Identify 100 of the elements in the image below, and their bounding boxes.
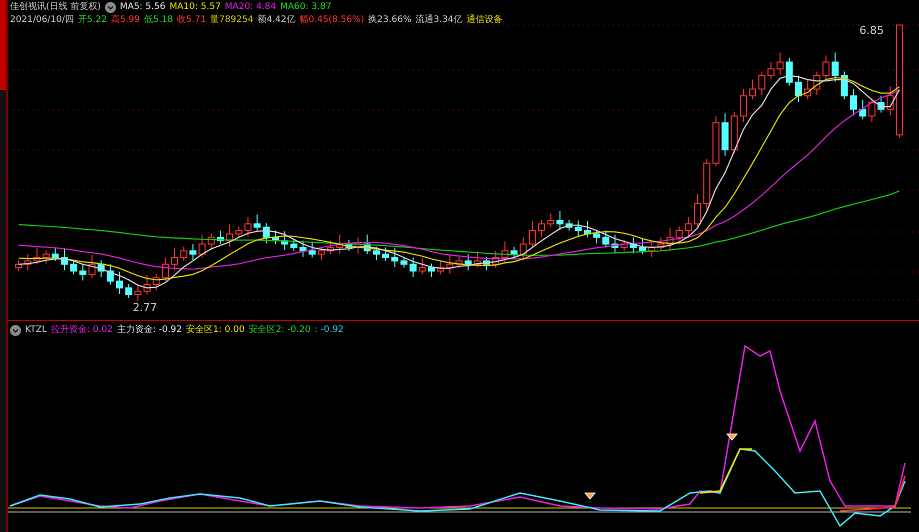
candlestick — [254, 214, 261, 232]
candlestick — [676, 226, 683, 242]
quote-value: 量789254 — [210, 14, 254, 26]
candlestick — [272, 230, 279, 245]
dropdown-circle-icon[interactable] — [10, 324, 21, 336]
candlestick — [593, 229, 600, 244]
candlestick — [300, 240, 307, 258]
candlestick — [354, 236, 362, 254]
candlestick — [364, 234, 371, 255]
quote-value: 额4.42亿 — [257, 14, 296, 26]
candlestick — [52, 246, 59, 262]
moving-average-value: MA20: 4.84 — [224, 1, 276, 13]
quote-value: 流通3.34亿 — [415, 14, 463, 26]
candlestick — [400, 256, 408, 268]
candlestick — [666, 227, 674, 251]
quote-value: 通信设备 — [466, 14, 503, 26]
candlestick — [116, 271, 124, 294]
indicator-value: 主力资金: -0.92 — [116, 324, 182, 336]
quote-value: 换23.66% — [368, 14, 412, 26]
candlestick — [648, 242, 656, 258]
candlestick — [281, 230, 288, 251]
candlestick — [33, 248, 40, 265]
candlestick — [722, 112, 729, 156]
indicator-value: 安全区1: 0.00 — [186, 324, 245, 336]
candlestick — [134, 284, 142, 302]
candlestick — [418, 258, 426, 275]
candlestick — [794, 75, 802, 102]
candlestick — [262, 222, 270, 244]
candlestick — [428, 263, 435, 278]
candlestick — [840, 71, 848, 100]
quote-value: 低5.18 — [144, 14, 174, 26]
candlestick — [584, 220, 591, 238]
candlestick — [456, 256, 462, 268]
candlestick — [198, 234, 206, 258]
candlestick — [327, 240, 334, 255]
candlestick — [749, 79, 756, 100]
quote-value: 2021/06/10/四 — [10, 14, 74, 26]
candlestick — [180, 246, 188, 262]
candlestick — [574, 220, 582, 238]
candlestick — [712, 116, 720, 168]
candlestick — [318, 246, 325, 261]
candlestick — [244, 216, 252, 238]
candlestick — [15, 260, 22, 272]
candlestick — [308, 240, 316, 258]
candlestick — [886, 86, 894, 116]
candlestick — [492, 250, 500, 268]
candlestick — [144, 274, 151, 296]
candlestick — [703, 158, 710, 210]
candlestick — [684, 216, 692, 238]
candlestick — [345, 240, 352, 252]
candlestick — [878, 95, 885, 114]
candlestick — [382, 246, 390, 262]
candlestick — [501, 240, 508, 264]
candlestick — [620, 240, 628, 252]
candlestick — [437, 260, 444, 275]
indicator-name: KTZL — [25, 324, 47, 336]
candlestick — [24, 254, 32, 271]
candlestick — [125, 283, 132, 298]
candlestick — [556, 210, 564, 230]
candlestick — [88, 254, 96, 278]
candlestick — [758, 71, 766, 96]
candlestick — [42, 250, 50, 264]
candlestick — [410, 257, 417, 278]
candlestick — [657, 236, 664, 252]
candlestick — [566, 219, 573, 232]
candlestick — [639, 238, 646, 255]
candlestick — [868, 98, 876, 123]
candlestick — [804, 79, 812, 100]
candlestick — [630, 236, 637, 254]
indicator-value: 安全区2: -0.20 — [248, 324, 311, 336]
candlestick — [520, 236, 527, 261]
candlestick — [510, 246, 518, 258]
candlestick — [226, 224, 234, 248]
price-label: 2.77 — [132, 301, 158, 314]
candlestick — [372, 246, 380, 261]
candlestick — [70, 260, 78, 275]
candlestick — [813, 71, 820, 96]
candlestick — [850, 88, 858, 116]
signal-marker-icon — [584, 492, 596, 500]
candlestick — [464, 254, 472, 271]
candlestick — [98, 260, 105, 278]
candlestick — [171, 248, 178, 271]
quote-value: 幅0.45(8.56%) — [300, 14, 364, 26]
signal-marker-icon — [726, 434, 738, 441]
candlestick — [547, 213, 554, 228]
candlestick — [216, 230, 224, 245]
quote-value: 高5.99 — [110, 14, 140, 26]
candlestick — [730, 111, 738, 154]
candlestick — [767, 62, 774, 80]
candlestick — [189, 244, 196, 261]
candlestick — [60, 248, 68, 271]
candlestick — [602, 230, 610, 248]
candlestick — [832, 52, 839, 82]
dropdown-circle-icon[interactable] — [104, 2, 116, 12]
safety-line — [700, 448, 752, 494]
candlestick — [79, 264, 86, 281]
candlestick — [290, 240, 298, 252]
candlestick — [474, 250, 481, 268]
candlestick — [786, 58, 793, 86]
candlestick — [822, 54, 830, 80]
